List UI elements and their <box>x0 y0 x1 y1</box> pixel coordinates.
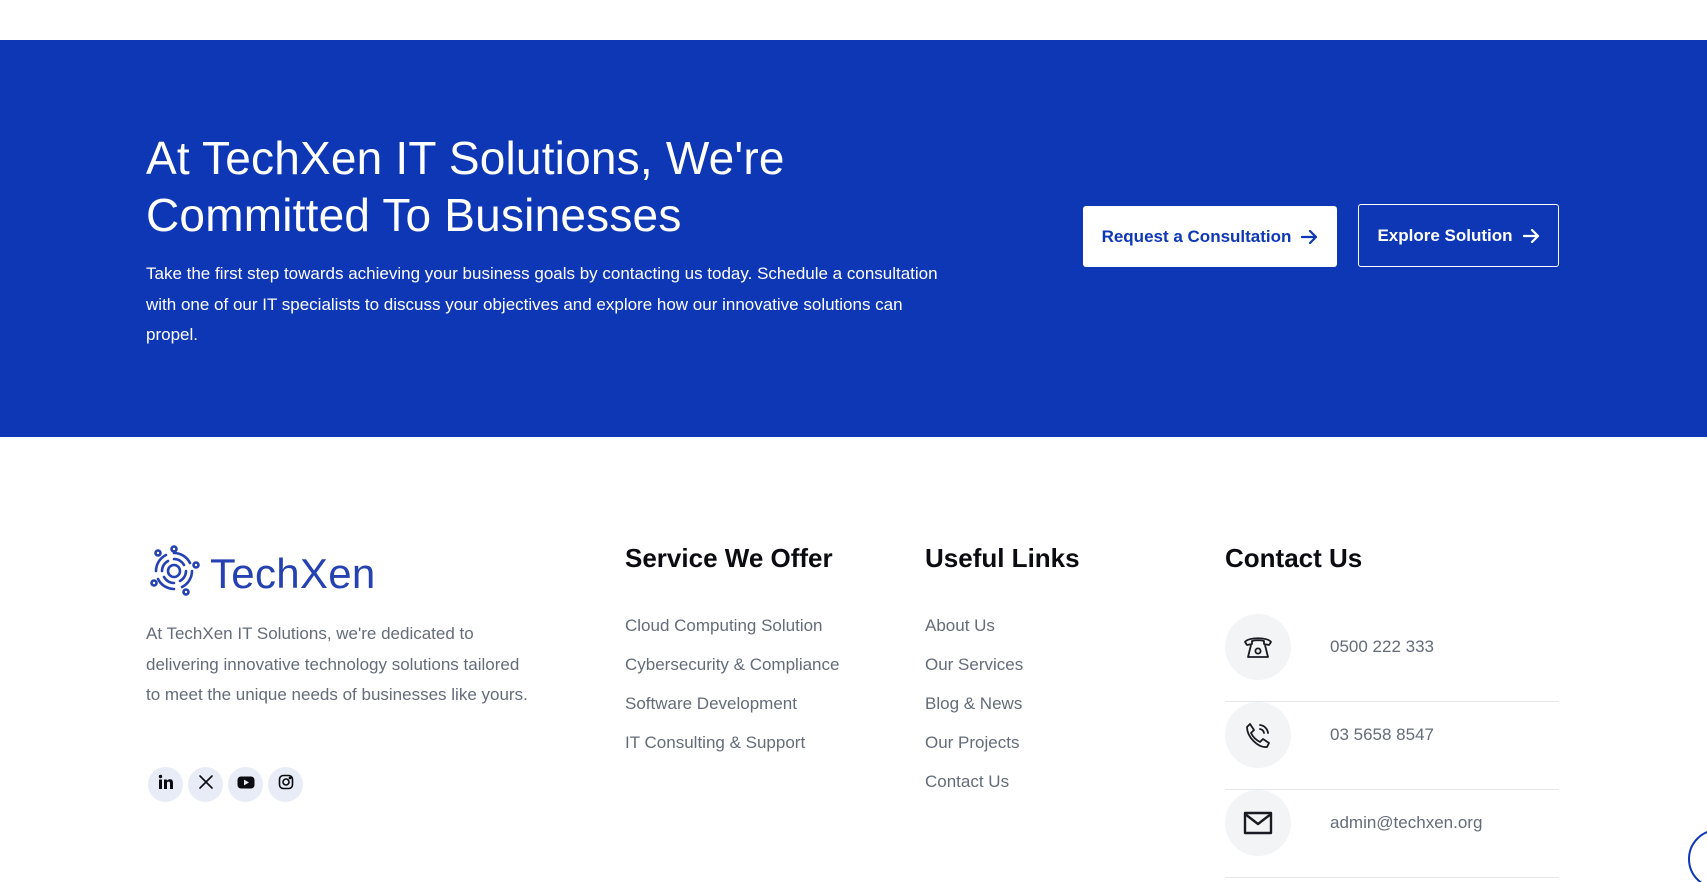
x-icon <box>198 774 214 795</box>
brand-name: TechXen <box>210 549 376 597</box>
cta-title-line-2: Committed To Businesses <box>146 189 682 241</box>
youtube-icon <box>237 776 255 794</box>
useful-link-contact[interactable]: Contact Us <box>925 771 1023 810</box>
request-consultation-label: Request a Consultation <box>1101 226 1292 246</box>
service-link[interactable]: IT Consulting & Support <box>625 732 839 771</box>
phone-call-icon <box>1225 702 1291 768</box>
instagram-link[interactable] <box>268 767 303 802</box>
useful-link-services[interactable]: Our Services <box>925 654 1023 693</box>
techxen-logo-icon <box>146 545 202 602</box>
contact-item-phone[interactable]: 0500 222 333 <box>1225 614 1559 702</box>
contact-item-email[interactable]: admin@techxen.org <box>1225 790 1559 878</box>
cta-banner: At TechXen IT Solutions, We're Committed… <box>0 40 1707 437</box>
useful-link-blog[interactable]: Blog & News <box>925 693 1023 732</box>
useful-link-projects[interactable]: Our Projects <box>925 732 1023 771</box>
contact-heading: Contact Us <box>1225 543 1363 573</box>
cta-title: At TechXen IT Solutions, We're Committed… <box>146 130 906 244</box>
useful-links-list: About Us Our Services Blog & News Our Pr… <box>925 615 1023 810</box>
services-list: Cloud Computing Solution Cybersecurity &… <box>625 615 839 771</box>
explore-solution-label: Explore Solution <box>1377 225 1513 245</box>
brand-description: At TechXen IT Solutions, we're dedicated… <box>146 624 528 704</box>
service-link[interactable]: Cloud Computing Solution <box>625 615 839 654</box>
cta-title-line-1: At TechXen IT Solutions, We're <box>146 132 785 184</box>
linkedin-icon <box>158 774 174 795</box>
service-link[interactable]: Software Development <box>625 693 839 732</box>
arrow-right-icon <box>1301 229 1318 244</box>
contact-email-value: admin@techxen.org <box>1330 813 1483 832</box>
contact-item-mobile[interactable]: 03 5658 8547 <box>1225 702 1559 790</box>
useful-link-about[interactable]: About Us <box>925 615 1023 654</box>
telephone-icon <box>1225 614 1291 680</box>
arrow-right-icon <box>1522 228 1540 243</box>
envelope-icon <box>1225 790 1291 856</box>
social-links <box>148 767 303 802</box>
contact-mobile-value: 03 5658 8547 <box>1330 725 1434 744</box>
services-heading: Service We Offer <box>625 543 833 573</box>
service-link[interactable]: Cybersecurity & Compliance <box>625 654 839 693</box>
scroll-to-top-button[interactable] <box>1688 829 1707 882</box>
contact-phone-value: 0500 222 333 <box>1330 637 1434 656</box>
linkedin-link[interactable] <box>148 767 183 802</box>
request-consultation-button[interactable]: Request a Consultation <box>1083 206 1337 267</box>
youtube-link[interactable] <box>228 767 263 802</box>
footer-logo[interactable]: TechXen <box>146 545 376 602</box>
x-link[interactable] <box>188 767 223 802</box>
cta-description: Take the first step towards achieving yo… <box>146 264 938 344</box>
page: At TechXen IT Solutions, We're Committed… <box>0 0 1707 882</box>
useful-links-heading: Useful Links <box>925 543 1080 573</box>
contact-list: 0500 222 333 03 5658 8547 admin@techxen.… <box>1225 614 1559 878</box>
instagram-icon <box>278 774 294 795</box>
explore-solution-button[interactable]: Explore Solution <box>1358 204 1559 267</box>
